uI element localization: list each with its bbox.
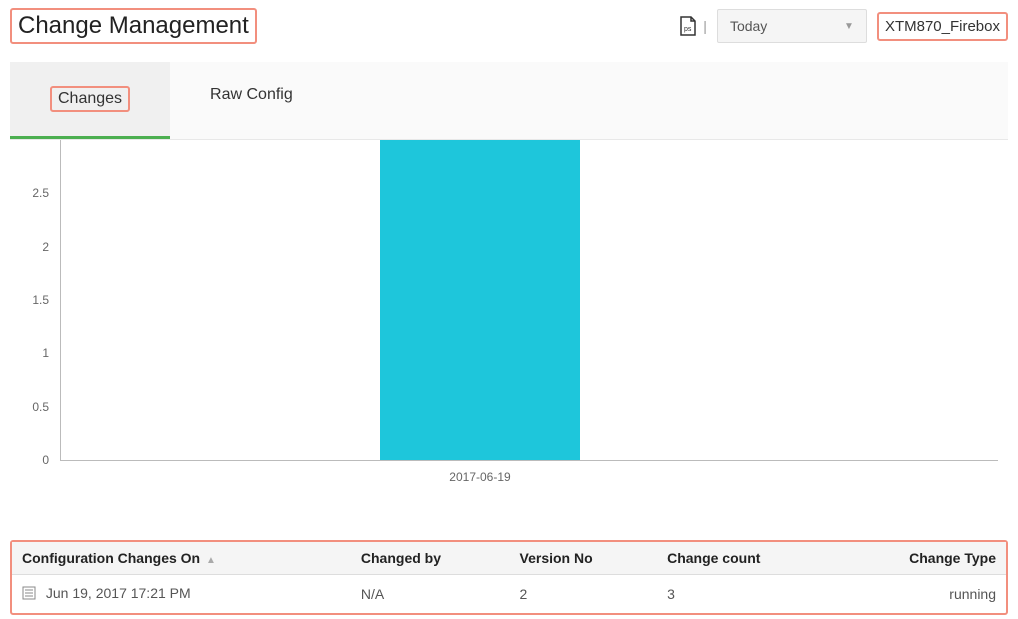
document-icon: [22, 586, 36, 603]
x-axis-line: [60, 460, 998, 461]
changes-table: Configuration Changes On ▲ Changed by Ve…: [10, 540, 1008, 615]
y-tick: 2.5: [10, 186, 55, 200]
y-tick: 2: [10, 240, 55, 254]
cell-count: 3: [657, 575, 837, 613]
page-title: Change Management: [10, 8, 257, 44]
device-label: XTM870_Firebox: [877, 12, 1008, 41]
table-row[interactable]: Jun 19, 2017 17:21 PM N/A 2 3 running: [12, 575, 1006, 613]
table-header-row: Configuration Changes On ▲ Changed by Ve…: [12, 542, 1006, 575]
tab-label: Changes: [50, 86, 130, 112]
col-changed-by[interactable]: Changed by: [351, 542, 510, 575]
date-filter-dropdown[interactable]: Today ▼: [717, 9, 867, 43]
col-change-type[interactable]: Change Type: [837, 542, 1006, 575]
tab-label: Raw Config: [210, 86, 293, 103]
y-tick: 1.5: [10, 293, 55, 307]
date-filter-value: Today: [730, 18, 767, 34]
bar-chart: 0 0.5 1 1.5 2 2.5 2017-06-19: [10, 140, 1008, 500]
separator: |: [703, 18, 707, 34]
y-tick: 0: [10, 453, 55, 467]
cell-changed-by: N/A: [351, 575, 510, 613]
col-config-changes-on[interactable]: Configuration Changes On ▲: [12, 542, 351, 575]
sort-asc-icon: ▲: [206, 555, 216, 566]
y-tick: 0.5: [10, 400, 55, 414]
pdf-icon: ps: [679, 16, 697, 36]
col-change-count[interactable]: Change count: [657, 542, 837, 575]
tab-changes[interactable]: Changes: [10, 62, 170, 139]
export-pdf-button[interactable]: ps |: [679, 16, 707, 36]
col-version-no[interactable]: Version No: [510, 542, 658, 575]
y-axis-line: [60, 140, 61, 460]
x-tick-label: 2017-06-19: [380, 470, 580, 484]
cell-type: running: [837, 575, 1006, 613]
cell-date: Jun 19, 2017 17:21 PM: [12, 575, 351, 613]
chevron-down-icon: ▼: [844, 21, 854, 32]
cell-version: 2: [510, 575, 658, 613]
tab-raw-config[interactable]: Raw Config: [170, 62, 333, 139]
y-tick: 1: [10, 346, 55, 360]
chart-bar[interactable]: [380, 140, 580, 460]
svg-text:ps: ps: [684, 26, 692, 33]
tab-bar: Changes Raw Config: [10, 62, 1008, 140]
